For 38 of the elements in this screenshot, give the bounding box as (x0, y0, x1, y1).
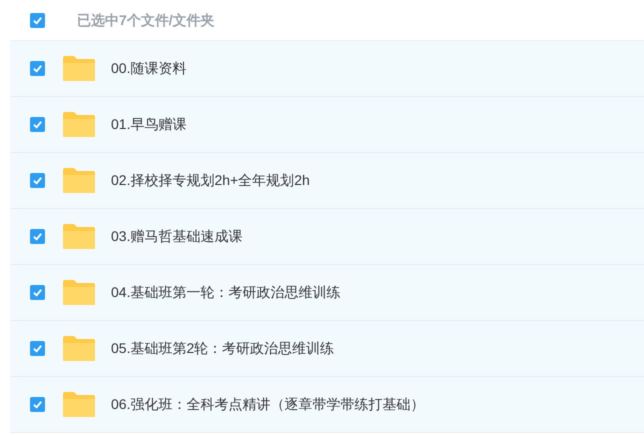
checkbox[interactable] (30, 285, 45, 300)
checkmark-icon (32, 399, 43, 410)
folder-icon (62, 167, 96, 194)
file-row[interactable]: 01.早鸟赠课 (10, 97, 644, 153)
file-name: 03.赠马哲基础速成课 (111, 227, 242, 246)
folder-icon (62, 391, 96, 418)
folder-icon (62, 55, 96, 82)
checkbox[interactable] (30, 12, 45, 28)
checkbox[interactable] (30, 397, 45, 412)
file-row[interactable]: 04.基础班第一轮：考研政治思维训练 (10, 265, 644, 321)
checkbox[interactable] (30, 173, 45, 188)
checkmark-icon (32, 175, 43, 186)
file-name: 01.早鸟赠课 (111, 115, 186, 134)
checkbox[interactable] (30, 229, 45, 244)
file-name: 04.基础班第一轮：考研政治思维训练 (111, 283, 340, 302)
folder-icon (62, 223, 96, 250)
file-row[interactable]: 02.择校择专规划2h+全年规划2h (10, 153, 644, 209)
checkbox[interactable] (30, 61, 45, 76)
folder-icon (62, 279, 96, 306)
file-row[interactable]: 00.随课资料 (10, 41, 644, 97)
file-name: 06.强化班：全科考点精讲（逐章带学带练打基础） (111, 395, 424, 414)
checkbox[interactable] (30, 341, 45, 356)
checkmark-icon (32, 231, 43, 242)
folder-icon (62, 111, 96, 138)
checkmark-icon (32, 343, 43, 354)
checkbox[interactable] (30, 117, 45, 132)
file-row[interactable]: 05.基础班第2轮：考研政治思维训练 (10, 321, 644, 377)
checkmark-icon (32, 287, 43, 298)
selection-count: 已选中7个文件/文件夹 (77, 10, 215, 30)
file-name: 00.随课资料 (111, 59, 186, 78)
checkmark-icon (32, 119, 43, 130)
file-name: 02.择校择专规划2h+全年规划2h (111, 171, 310, 190)
file-row[interactable]: 06.强化班：全科考点精讲（逐章带学带练打基础） (10, 377, 644, 433)
file-row[interactable]: 03.赠马哲基础速成课 (10, 209, 644, 265)
checkmark-icon (32, 14, 43, 26)
folder-icon (62, 335, 96, 362)
file-name: 05.基础班第2轮：考研政治思维训练 (111, 339, 334, 358)
checkmark-icon (32, 63, 43, 74)
